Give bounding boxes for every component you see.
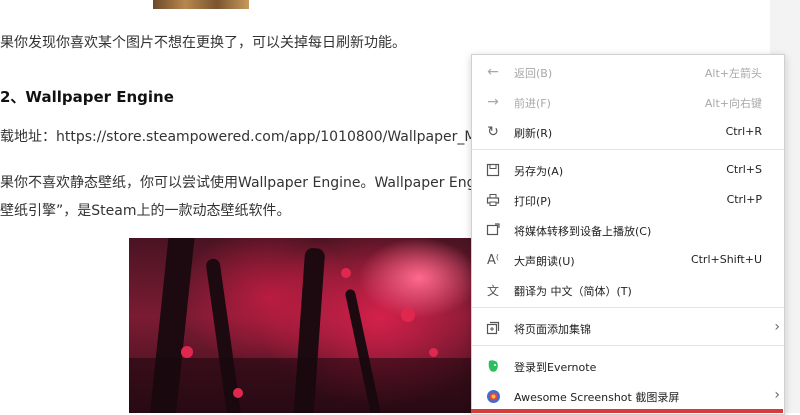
menu-item-shortcut: Ctrl+S — [726, 163, 762, 176]
wallpaper-preview-image — [129, 238, 471, 413]
menu-item-label: 将媒体转移到设备上播放(C) — [514, 225, 652, 238]
refresh-icon: ↻ — [487, 124, 499, 140]
menu-item-shortcut: Ctrl+Shift+U — [690, 253, 762, 266]
forward-arrow-icon: → — [487, 94, 499, 110]
save-as-icon — [484, 161, 502, 179]
evernote-icon — [484, 357, 502, 375]
menu-item-shortcut: Alt+向右键 — [704, 97, 762, 110]
menu-item-evernote[interactable]: 登录到Evernote — [472, 351, 784, 380]
menu-item-label: 另存为(A) — [514, 165, 564, 178]
menu-item-save-as[interactable]: 另存为(A) Ctrl+S — [472, 155, 784, 184]
menu-separator — [472, 345, 784, 346]
menu-item-shortcut: Ctrl+P — [726, 193, 762, 206]
menu-bottom-highlight — [471, 409, 783, 413]
menu-separator — [472, 149, 784, 150]
collections-icon — [484, 319, 502, 337]
cast-icon — [484, 221, 502, 239]
menu-separator — [472, 307, 784, 308]
menu-item-translate[interactable]: 文 翻译为 中文（简体）(T) — [472, 275, 784, 304]
context-menu: ← 返回(B) Alt+左箭头 → 前进(F) Alt+向右键 ↻ 刷新(R) … — [471, 54, 785, 415]
menu-item-print[interactable]: 打印(P) Ctrl+P — [472, 185, 784, 214]
menu-item-forward[interactable]: → 前进(F) Alt+向右键 — [472, 87, 784, 116]
menu-item-label: 前进(F) — [514, 97, 551, 110]
read-aloud-icon: A⁽ — [486, 252, 500, 268]
menu-item-label: 打印(P) — [514, 195, 552, 208]
paragraph-intro-line1: 果你不喜欢静态壁纸，你可以尝试使用Wallpaper Engine。Wallpa… — [0, 175, 476, 191]
menu-item-label: 返回(B) — [514, 67, 553, 80]
menu-item-label: 大声朗读(U) — [514, 255, 575, 268]
menu-item-refresh[interactable]: ↻ 刷新(R) Ctrl+R — [472, 117, 784, 146]
menu-item-label: 将页面添加集锦 — [514, 323, 591, 336]
paragraph-intro-line2: 壁纸引擎”，是Steam上的一款动态壁纸软件。 — [0, 203, 291, 219]
menu-item-add-to-collections[interactable]: 将页面添加集锦 › — [472, 313, 784, 342]
print-icon — [484, 191, 502, 209]
menu-item-read-aloud[interactable]: A⁽ 大声朗读(U) Ctrl+Shift+U — [472, 245, 784, 274]
menu-item-label: 翻译为 中文（简体）(T) — [514, 285, 632, 298]
chevron-right-icon: › — [774, 387, 780, 403]
menu-item-label: 登录到Evernote — [514, 361, 597, 374]
section-heading: 2、Wallpaper Engine — [0, 88, 174, 106]
paragraph-refresh-tip: 果你发现你喜欢某个图片不想在更换了，可以关掉每日刷新功能。 — [0, 35, 406, 51]
download-link[interactable]: 载地址：https://store.steampowered.com/app/1… — [0, 126, 493, 146]
menu-item-awesome-screenshot[interactable]: Awesome Screenshot 截图录屏 › — [472, 381, 784, 410]
menu-item-label: 刷新(R) — [514, 127, 553, 140]
menu-item-label: Awesome Screenshot 截图录屏 — [514, 391, 680, 404]
menu-item-shortcut: Alt+左箭头 — [704, 67, 762, 80]
menu-item-shortcut: Ctrl+R — [725, 125, 762, 138]
back-arrow-icon: ← — [487, 64, 499, 80]
translate-icon: 文 — [486, 283, 499, 298]
awesome-screenshot-icon — [484, 387, 502, 405]
menu-item-cast-media[interactable]: 将媒体转移到设备上播放(C) — [472, 215, 784, 244]
menu-item-back[interactable]: ← 返回(B) Alt+左箭头 — [472, 57, 784, 86]
top-image-thumbnail — [153, 0, 249, 9]
chevron-right-icon: › — [774, 319, 780, 335]
